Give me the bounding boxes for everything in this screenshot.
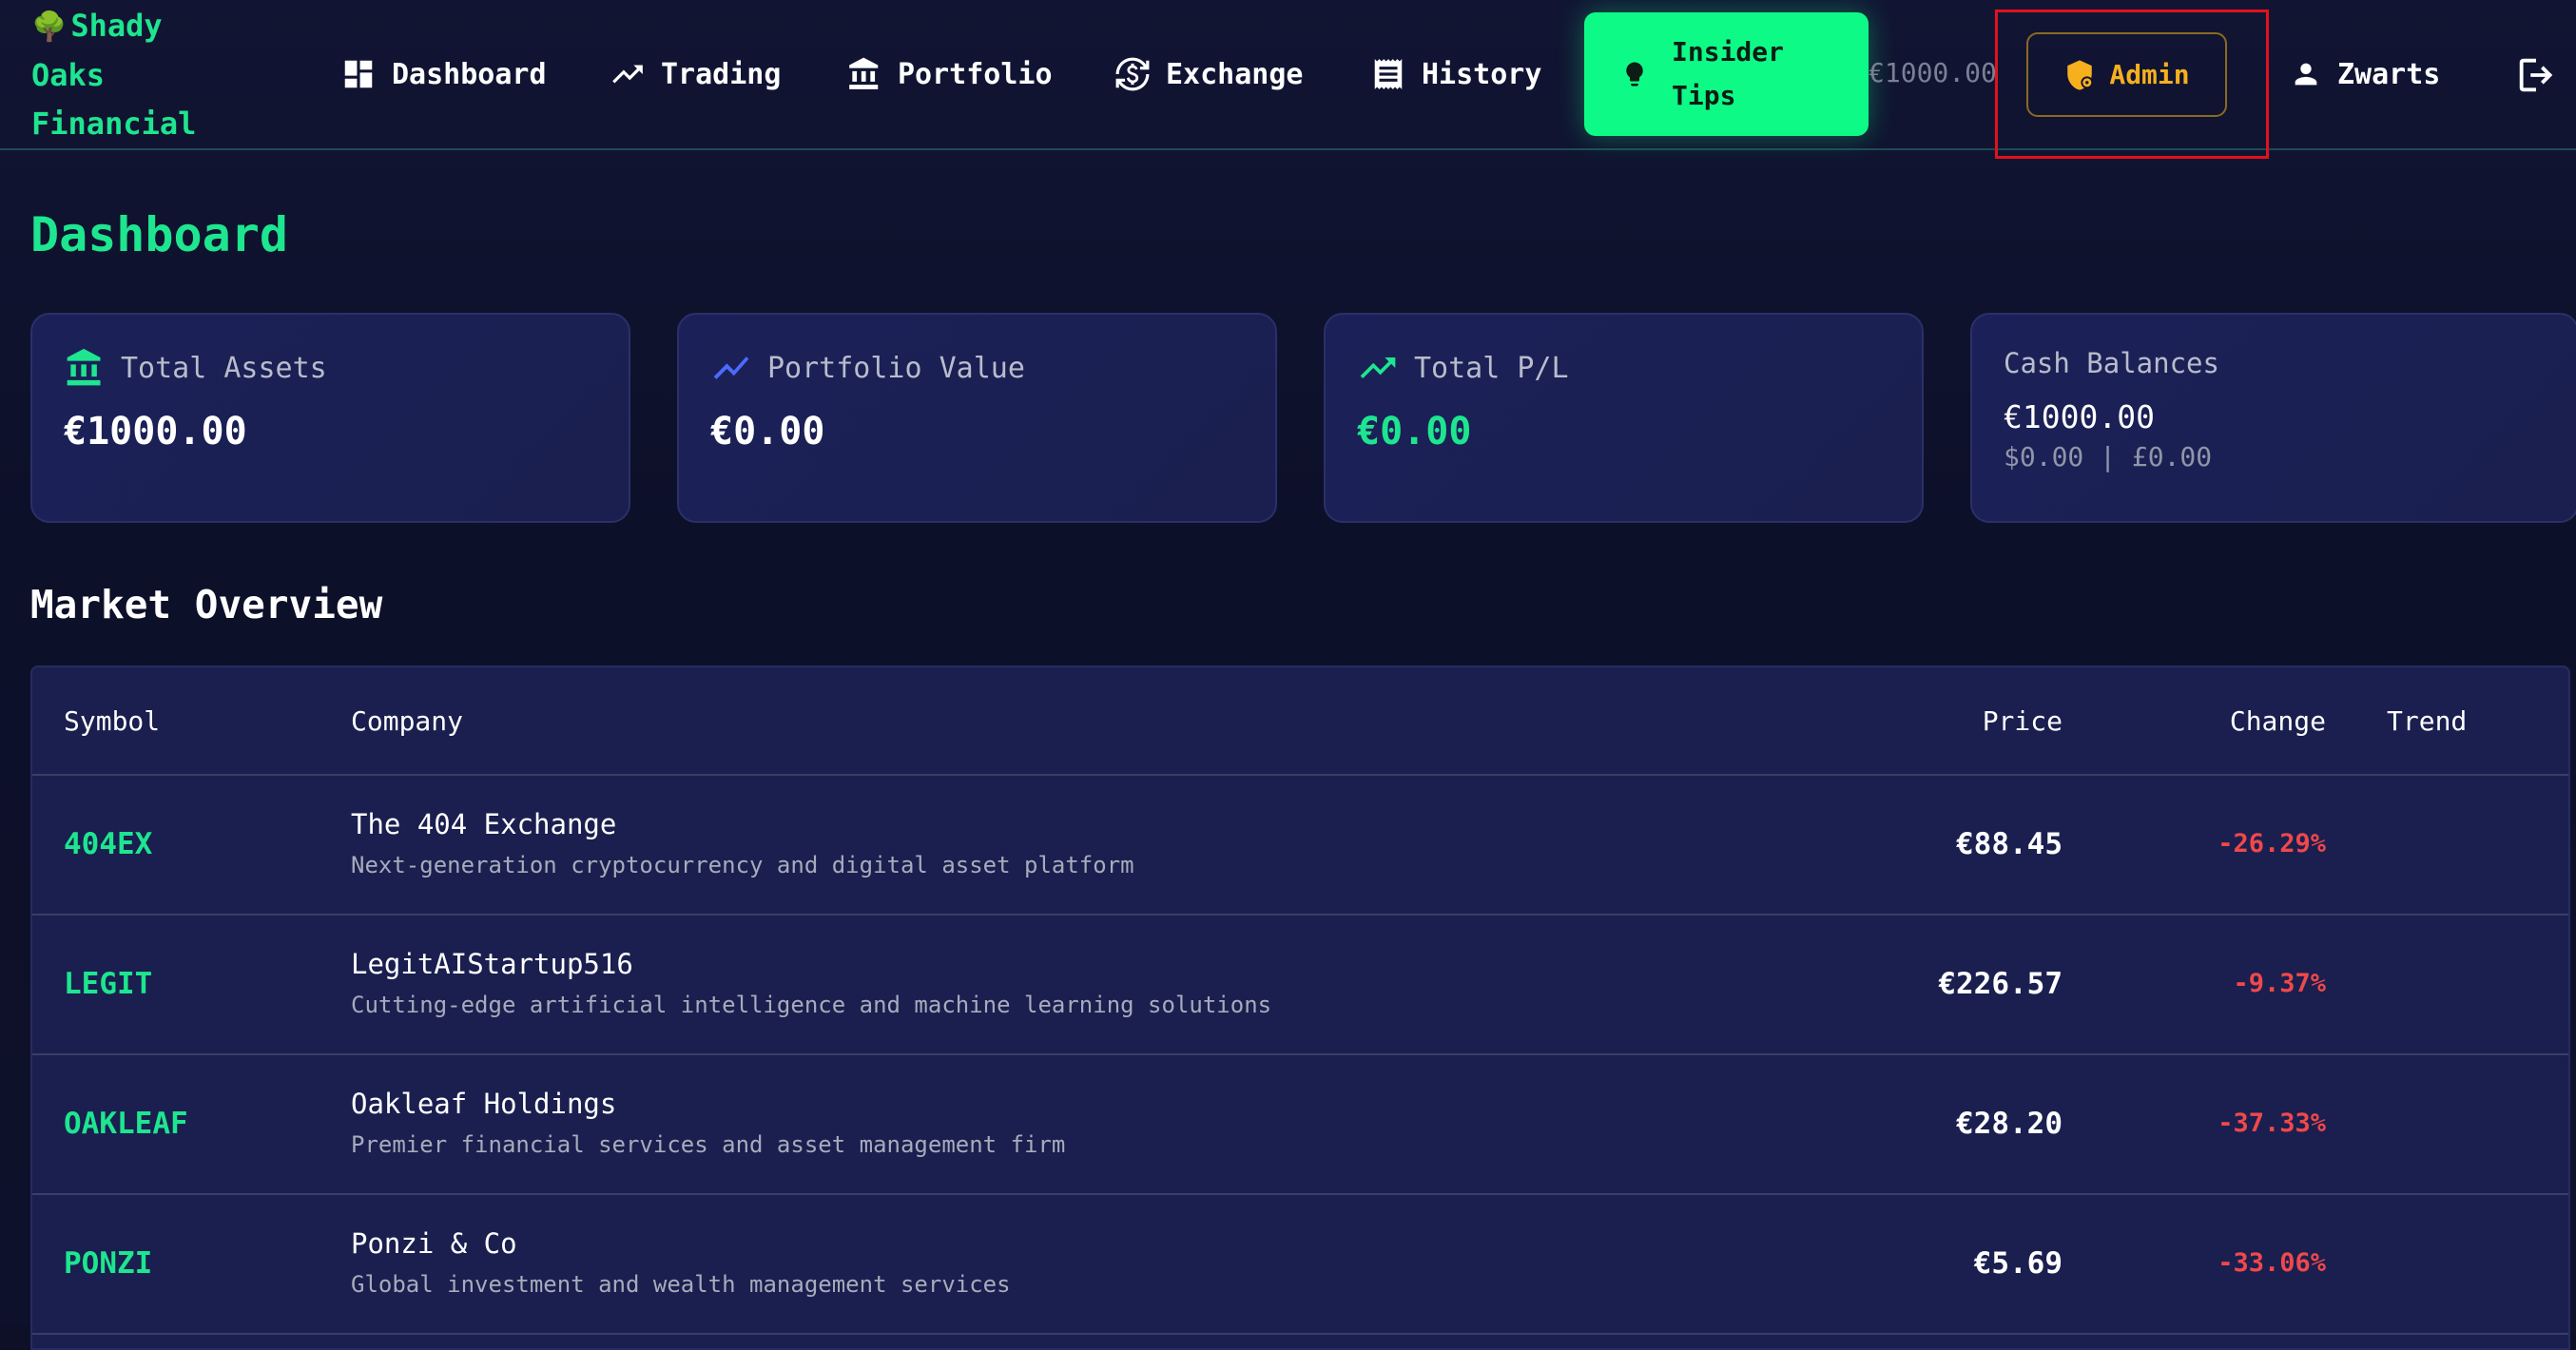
row-description: Premier financial services and asset man… (351, 1131, 1066, 1158)
col-symbol[interactable]: Symbol (64, 705, 160, 737)
trending-up-icon (612, 65, 643, 84)
nav-portfolio-label: Portfolio (898, 57, 1053, 91)
row-symbol[interactable]: 404EX (64, 827, 152, 861)
total-pl-card: Total P/L €0.00 (1324, 313, 1924, 523)
market-table: Symbol Company Price Change Trend 404EX … (30, 665, 2570, 1350)
row-symbol[interactable]: PONZI (64, 1246, 152, 1281)
col-price[interactable]: Price (1983, 705, 2063, 737)
top-navbar: 🌳 Shady Oaks Financial Dashboard Trading … (0, 0, 2576, 159)
nav-trading-label: Trading (661, 57, 782, 91)
total-pl-label: Total P/L (1414, 351, 1569, 385)
user-name: Zwarts (2337, 57, 2441, 91)
logout-button[interactable] (2514, 53, 2558, 97)
dashboard-icon (344, 60, 373, 88)
cash-balance-other: $0.00 | £0.00 (2004, 441, 2213, 472)
nav-portfolio[interactable]: Portfolio (846, 49, 1053, 99)
row-price: €88.45 (1956, 827, 2063, 861)
row-change: -26.29% (2218, 829, 2326, 858)
table-row[interactable]: PONZI Ponzi & Co Global investment and w… (32, 1195, 2568, 1335)
row-company: LegitAIStartup516 (351, 948, 633, 980)
market-overview-title: Market Overview (30, 582, 383, 627)
insider-tips-label: Insider Tips (1672, 36, 1785, 111)
row-change: -9.37% (2233, 969, 2326, 998)
nav-exchange[interactable]: Exchange (1114, 49, 1304, 99)
row-company: Ponzi & Co (351, 1227, 517, 1260)
table-row[interactable]: OAKLEAF Oakleaf Holdings Premier financi… (32, 1055, 2568, 1195)
nav-history-label: History (1422, 57, 1542, 91)
total-assets-label: Total Assets (121, 351, 327, 385)
nav-balance: €1000.00 (1869, 57, 1997, 88)
row-change: -37.33% (2218, 1109, 2326, 1138)
col-trend: Trend (2387, 705, 2468, 737)
lightbulb-icon (1626, 62, 1643, 87)
table-row[interactable]: LEGIT LegitAIStartup516 Cutting-edge art… (32, 916, 2568, 1055)
col-company[interactable]: Company (351, 705, 463, 737)
total-pl-value: €0.00 (1357, 410, 1472, 453)
nav-exchange-label: Exchange (1166, 57, 1304, 91)
brand-logo[interactable]: 🌳 Shady Oaks Financial (31, 2, 222, 148)
chart-line-icon (713, 357, 749, 379)
row-description: Next-generation cryptocurrency and digit… (351, 852, 1134, 878)
currency-exchange-icon (1115, 57, 1150, 91)
receipt-icon (1374, 59, 1403, 89)
user-menu[interactable]: Zwarts (2290, 49, 2440, 99)
nav-history[interactable]: History (1370, 49, 1541, 99)
nav-dashboard[interactable]: Dashboard (340, 49, 547, 99)
bank-icon (849, 57, 879, 89)
table-row[interactable]: 404EX The 404 Exchange Next-generation c… (32, 776, 2568, 916)
admin-shield-icon (2067, 59, 2094, 90)
logout-icon (2519, 58, 2553, 92)
admin-label: Admin (2109, 59, 2190, 90)
row-price: €28.20 (1956, 1107, 2063, 1141)
portfolio-value-label: Portfolio Value (767, 351, 1025, 385)
cash-balance-eur: €1000.00 (2004, 398, 2155, 435)
row-symbol[interactable]: LEGIT (64, 967, 152, 1001)
row-company: Oakleaf Holdings (351, 1088, 617, 1120)
user-icon (2295, 63, 2317, 86)
row-change: -33.06% (2218, 1248, 2326, 1278)
total-assets-card: Total Assets €1000.00 (30, 313, 630, 523)
portfolio-value-card: Portfolio Value €0.00 (677, 313, 1277, 523)
col-change[interactable]: Change (2230, 705, 2326, 737)
admin-button[interactable]: Admin (2026, 32, 2227, 117)
row-description: Global investment and wealth management … (351, 1271, 1011, 1298)
page-title: Dashboard (30, 207, 288, 262)
cash-balances-card: Cash Balances €1000.00 $0.00 | £0.00 (1970, 313, 2576, 523)
row-symbol[interactable]: OAKLEAF (64, 1107, 188, 1141)
tree-icon: 🌳 (31, 10, 68, 44)
table-header: Symbol Company Price Change Trend (32, 667, 2568, 776)
bank-icon (67, 348, 101, 386)
row-description: Cutting-edge artificial intelligence and… (351, 992, 1272, 1018)
cash-balances-label: Cash Balances (2004, 347, 2219, 379)
total-assets-value: €1000.00 (64, 410, 247, 453)
insider-tips-button[interactable]: Insider Tips (1584, 12, 1869, 136)
nav-dashboard-label: Dashboard (392, 57, 547, 91)
row-price: €5.69 (1973, 1246, 2063, 1281)
row-company: The 404 Exchange (351, 808, 617, 840)
row-price: €226.57 (1938, 967, 2063, 1001)
nav-trading[interactable]: Trading (610, 49, 781, 99)
trending-up-icon (1360, 357, 1396, 378)
portfolio-value-amount: €0.00 (710, 410, 825, 453)
